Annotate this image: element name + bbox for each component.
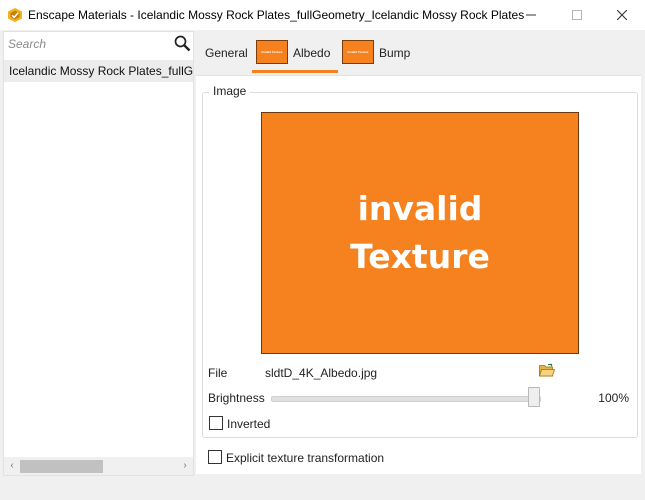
albedo-thumbnail-text: Invalid Texture [261,49,283,54]
explicit-transform-label[interactable]: Explicit texture transformation [226,451,384,465]
tab-general[interactable]: General [196,36,252,74]
horizontal-scrollbar[interactable]: ‹ › [4,457,193,475]
albedo-panel: Image invalid Texture File sldtD_4K_Albe… [196,76,641,474]
enscape-logo-icon [8,8,22,22]
title-bar: Enscape Materials - Icelandic Mossy Rock… [0,0,645,30]
brightness-slider-track[interactable] [271,396,541,402]
folder-open-icon[interactable] [539,363,555,377]
material-list-panel: Icelandic Mossy Rock Plates_fullGeometry… [3,31,194,476]
window-title: Enscape Materials - Icelandic Mossy Rock… [28,8,525,22]
image-group-label: Image [209,84,251,98]
tab-general-label: General [205,46,248,60]
scroll-right-icon[interactable]: › [179,460,191,472]
maximize-button[interactable] [554,0,600,30]
tab-albedo[interactable]: Invalid Texture Albedo [252,36,338,74]
tab-bump[interactable]: Invalid Texture Bump [338,36,418,74]
close-icon [617,10,627,20]
active-tab-indicator [252,70,338,73]
minimize-button[interactable] [508,0,554,30]
minimize-icon [526,14,536,16]
maximize-icon [572,10,582,20]
brightness-label: Brightness [208,391,265,405]
explicit-transform-checkbox[interactable] [208,450,222,464]
texture-preview-line1: invalid [357,189,483,228]
texture-preview-line2: Texture [350,237,490,276]
close-button[interactable] [599,0,645,30]
list-item-label: Icelandic Mossy Rock Plates_fullGeometry… [9,64,193,78]
search-box [4,32,193,56]
file-label: File [208,366,228,380]
tab-bump-label: Bump [379,46,411,60]
image-group: Image invalid Texture File sldtD_4K_Albe… [202,84,638,438]
brightness-slider-thumb[interactable] [528,387,540,407]
tab-albedo-label: Albedo [293,46,331,60]
bump-thumbnail-text: Invalid Texture [347,49,369,54]
list-item-material[interactable]: Icelandic Mossy Rock Plates_fullGeometry… [4,60,193,82]
scrollbar-thumb[interactable] [20,460,103,473]
file-name: sldtD_4K_Albedo.jpg [265,366,378,380]
inverted-label[interactable]: Inverted [227,417,270,431]
scroll-left-icon[interactable]: ‹ [6,460,18,472]
inverted-checkbox[interactable] [209,416,223,430]
albedo-thumbnail: Invalid Texture [256,40,288,64]
brightness-value: 100% [598,391,629,405]
texture-preview: invalid Texture [261,112,579,354]
search-icon[interactable] [174,35,191,52]
bump-thumbnail: Invalid Texture [342,40,374,64]
search-input[interactable] [8,36,168,52]
